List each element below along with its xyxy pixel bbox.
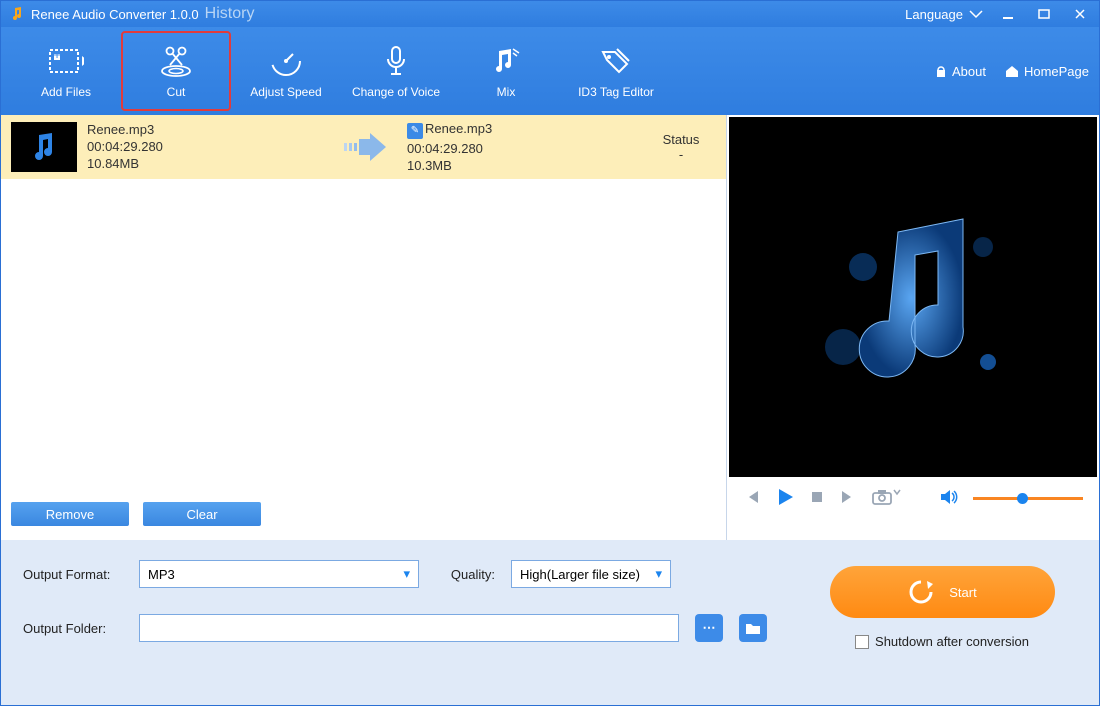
tool-label: Change of Voice xyxy=(352,85,440,99)
svg-text:+: + xyxy=(53,47,61,62)
quality-select[interactable]: High(Larger file size) ▾ xyxy=(511,560,671,588)
shutdown-label: Shutdown after conversion xyxy=(875,634,1029,649)
bottom-panel: Output Format: MP3 ▾ Quality: High(Large… xyxy=(1,540,1099,705)
start-button[interactable]: Start xyxy=(830,566,1055,618)
next-button[interactable] xyxy=(839,488,857,509)
volume-slider[interactable] xyxy=(973,497,1083,500)
output-format-select[interactable]: MP3 ▾ xyxy=(139,560,419,588)
status-value: - xyxy=(646,147,716,162)
homepage-link[interactable]: HomePage xyxy=(1004,64,1089,79)
source-metadata: Renee.mp3 00:04:29.280 10.84MB xyxy=(87,122,327,171)
app-logo-icon xyxy=(9,6,25,22)
slider-knob[interactable] xyxy=(1017,493,1028,504)
output-format-value: MP3 xyxy=(148,567,175,582)
microphone-icon xyxy=(378,43,414,79)
cut-icon xyxy=(158,43,194,79)
remove-button[interactable]: Remove xyxy=(11,502,129,526)
snapshot-button[interactable] xyxy=(871,488,901,509)
clear-button[interactable]: Clear xyxy=(143,502,261,526)
list-action-bar: Remove Clear xyxy=(1,494,726,540)
destination-filename: ✎Renee.mp3 xyxy=(407,121,577,139)
stop-button[interactable] xyxy=(809,489,825,508)
tool-label: Cut xyxy=(167,85,186,99)
output-folder-input[interactable] xyxy=(139,614,679,642)
preview-pane xyxy=(727,115,1099,540)
source-duration: 00:04:29.280 xyxy=(87,139,327,154)
add-files-icon: + xyxy=(48,43,84,79)
shutdown-checkbox[interactable] xyxy=(855,635,869,649)
language-label: Language xyxy=(905,7,963,22)
tool-label: Adjust Speed xyxy=(250,85,321,99)
status-column: Status - xyxy=(646,132,716,162)
mix-button[interactable]: Mix xyxy=(451,31,561,111)
chevron-down-icon: ▾ xyxy=(403,566,410,582)
app-window: Renee Audio Converter 1.0.0 History Lang… xyxy=(0,0,1100,706)
mix-icon xyxy=(488,43,524,79)
title-bar: Renee Audio Converter 1.0.0 History Lang… xyxy=(1,1,1099,27)
speed-icon xyxy=(268,43,304,79)
file-thumbnail xyxy=(11,122,77,172)
arrow-icon xyxy=(337,133,397,161)
volume-icon[interactable] xyxy=(939,488,959,509)
source-filename: Renee.mp3 xyxy=(87,122,327,137)
about-link[interactable]: About xyxy=(934,64,986,79)
language-menu[interactable]: Language xyxy=(905,7,983,22)
homepage-label: HomePage xyxy=(1024,64,1089,79)
app-title: Renee Audio Converter 1.0.0 xyxy=(31,7,199,22)
chevron-down-icon xyxy=(969,9,983,19)
folder-icon xyxy=(745,621,761,635)
change-voice-button[interactable]: Change of Voice xyxy=(341,31,451,111)
destination-duration: 00:04:29.280 xyxy=(407,141,577,156)
adjust-speed-button[interactable]: Adjust Speed xyxy=(231,31,341,111)
more-button[interactable]: ⋯ xyxy=(695,614,723,642)
main-toolbar: + Add Files Cut Adjust Speed Change of V… xyxy=(1,27,1099,115)
tag-icon xyxy=(598,43,634,79)
cut-button[interactable]: Cut xyxy=(121,31,231,111)
id3-tag-button[interactable]: ID3 Tag Editor xyxy=(561,31,671,111)
preview-canvas xyxy=(729,117,1097,477)
home-icon xyxy=(1004,64,1020,78)
quality-label: Quality: xyxy=(435,567,495,582)
add-files-button[interactable]: + Add Files xyxy=(11,31,121,111)
lock-icon xyxy=(934,64,948,78)
shutdown-checkbox-row[interactable]: Shutdown after conversion xyxy=(855,634,1029,649)
start-panel: Start Shutdown after conversion xyxy=(807,560,1077,693)
destination-size: 10.3MB xyxy=(407,158,577,173)
output-folder-label: Output Folder: xyxy=(23,621,123,636)
player-controls xyxy=(729,477,1097,519)
tool-label: ID3 Tag Editor xyxy=(578,85,654,99)
minimize-button[interactable] xyxy=(997,6,1019,22)
file-list-pane: Renee.mp3 00:04:29.280 10.84MB ✎Renee.mp… xyxy=(1,115,727,540)
refresh-icon xyxy=(907,578,935,606)
tool-label: Mix xyxy=(497,85,516,99)
quality-value: High(Larger file size) xyxy=(520,567,640,582)
output-format-label: Output Format: xyxy=(23,567,123,582)
chevron-down-icon: ▾ xyxy=(655,566,662,582)
content-area: Renee.mp3 00:04:29.280 10.84MB ✎Renee.mp… xyxy=(1,115,1099,540)
status-header: Status xyxy=(646,132,716,147)
start-label: Start xyxy=(949,585,976,600)
browse-folder-button[interactable] xyxy=(739,614,767,642)
previous-button[interactable] xyxy=(743,488,761,509)
history-link[interactable]: History xyxy=(205,5,255,23)
output-settings: Output Format: MP3 ▾ Quality: High(Large… xyxy=(23,560,767,693)
close-button[interactable] xyxy=(1069,6,1091,22)
tool-label: Add Files xyxy=(41,85,91,99)
maximize-button[interactable] xyxy=(1033,6,1055,22)
play-button[interactable] xyxy=(775,487,795,510)
file-row[interactable]: Renee.mp3 00:04:29.280 10.84MB ✎Renee.mp… xyxy=(1,115,726,179)
edit-icon[interactable]: ✎ xyxy=(407,123,423,139)
file-list: Renee.mp3 00:04:29.280 10.84MB ✎Renee.mp… xyxy=(1,115,726,494)
about-label: About xyxy=(952,64,986,79)
source-size: 10.84MB xyxy=(87,156,327,171)
destination-metadata: ✎Renee.mp3 00:04:29.280 10.3MB xyxy=(407,121,577,173)
music-note-icon xyxy=(803,187,1023,407)
